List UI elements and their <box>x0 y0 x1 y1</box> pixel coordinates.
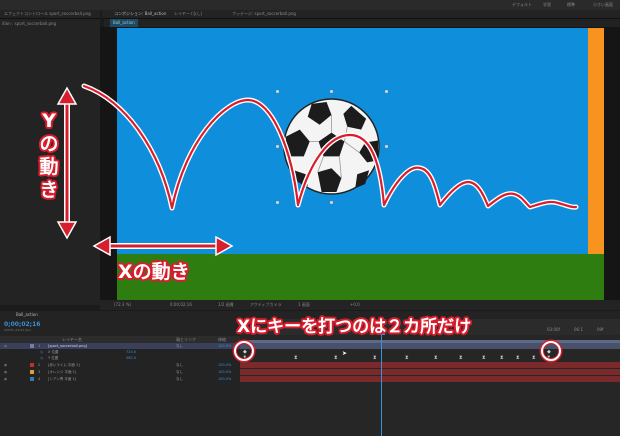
layer-number: 3 <box>38 370 41 374</box>
ruler-tick: 03:00f <box>547 327 560 332</box>
layer-row-3[interactable]: ● 3 [オレンジ 平面 1] なし 100.0% <box>0 369 240 375</box>
mouse-cursor-icon: ➤ <box>342 350 348 357</box>
layer-name[interactable]: [シアン青 平面 1] <box>48 376 76 382</box>
exposure-value[interactable]: +0.0 <box>350 300 360 310</box>
col-stretch[interactable]: 伸縮 <box>218 336 226 343</box>
layer-parent[interactable]: なし <box>176 369 183 375</box>
property-name: Y 位置 <box>48 356 59 360</box>
label-color-swatch[interactable] <box>30 377 34 381</box>
visibility-icon[interactable]: ● <box>4 362 7 368</box>
keyframe-icon[interactable]: ⧗ <box>373 355 377 361</box>
layer-4-track[interactable] <box>240 376 620 382</box>
keyframe-icon[interactable]: ⧗ <box>405 355 409 361</box>
label-color-swatch[interactable] <box>30 363 34 367</box>
highlight-circle-last-key <box>541 341 561 361</box>
timeline-tab[interactable]: Ball_action <box>16 311 38 319</box>
label-color-swatch[interactable] <box>30 344 34 348</box>
visibility-icon[interactable]: ● <box>4 369 7 375</box>
layer-number: 4 <box>38 377 41 381</box>
layer-3-track[interactable] <box>240 369 620 375</box>
timeline-timecode[interactable]: 0;00;02;16 <box>4 321 40 328</box>
y-keyframe-track[interactable]: ⧗ ⧗ ⧗ ⧗ ⧗ ⧗ ⧗ ⧗ ⧗ ⧗ ⧗ ⧗ <box>240 355 620 361</box>
views-dropdown[interactable]: 1 画面 <box>298 300 310 310</box>
col-layer-name[interactable]: レイヤー名 <box>62 336 82 343</box>
layer-name[interactable]: [オレンジ 平面 1] <box>48 369 76 375</box>
y-motion-label: Yの動き <box>39 110 59 201</box>
timeline-column-header: レイヤー名 親とリンク 伸縮 <box>0 336 240 343</box>
col-parent[interactable]: 親とリンク <box>176 336 196 343</box>
viewer-timecode[interactable]: 0;00;02;16 <box>170 300 192 310</box>
x-arrow <box>92 235 234 257</box>
layer-parent[interactable]: なし <box>176 362 183 368</box>
keys-note-label: Xにキーを打つのは２カ所だけ <box>237 317 472 337</box>
keyframe-icon[interactable]: ⧗ <box>294 355 298 361</box>
ruler-tick: 09f <box>597 327 604 332</box>
label-color-swatch[interactable] <box>30 370 34 374</box>
keyframe-icon[interactable]: ⧗ <box>516 355 520 361</box>
stopwatch-icon[interactable]: ◷ <box>40 355 43 361</box>
layer-parent[interactable]: なし <box>176 376 183 382</box>
layer-number: 2 <box>38 363 41 367</box>
viewer-toolbar: (72.3 %) 0;00;02;16 1/2 画質 アクティブカメラ 1 画面… <box>100 300 620 310</box>
resolution-dropdown[interactable]: 1/2 画質 <box>218 300 234 310</box>
property-value[interactable]: 562.0 <box>126 355 136 361</box>
keyframe-icon[interactable]: ⧗ <box>434 355 438 361</box>
zoom-dropdown[interactable]: (72.3 %) <box>114 300 131 310</box>
keyframe-icon[interactable]: ⧗ <box>532 355 536 361</box>
layer-2-track[interactable] <box>240 362 620 368</box>
layer-stretch[interactable]: 100.0% <box>218 369 231 375</box>
keyframe-icon[interactable]: ⧗ <box>482 355 486 361</box>
layer-name[interactable]: [赤いライム 平面 1] <box>48 362 80 368</box>
highlight-circle-first-key <box>234 341 254 361</box>
keyframe-icon[interactable]: ⧗ <box>459 355 463 361</box>
layer-row-4[interactable]: ● 4 [シアン青 平面 1] なし 100.0% <box>0 376 240 382</box>
visibility-icon[interactable]: ● <box>4 376 7 382</box>
layer-row-2[interactable]: ● 2 [赤いライム 平面 1] なし 100.0% <box>0 362 240 368</box>
layer-stretch[interactable]: 100.0% <box>218 362 231 368</box>
camera-dropdown[interactable]: アクティブカメラ <box>250 300 282 310</box>
keyframe-icon[interactable]: ⧗ <box>334 355 338 361</box>
x-motion-label: Xの動き <box>118 261 190 283</box>
keyframe-icon[interactable]: ⧗ <box>500 355 504 361</box>
ruler-tick: 06:1 <box>574 327 583 332</box>
property-row-y[interactable]: ◷ Y 位置 562.0 <box>0 355 240 361</box>
timeline-frame-info: 00076 (29.97 fps) <box>4 328 31 332</box>
layer-stretch[interactable]: 100.0% <box>218 376 231 382</box>
